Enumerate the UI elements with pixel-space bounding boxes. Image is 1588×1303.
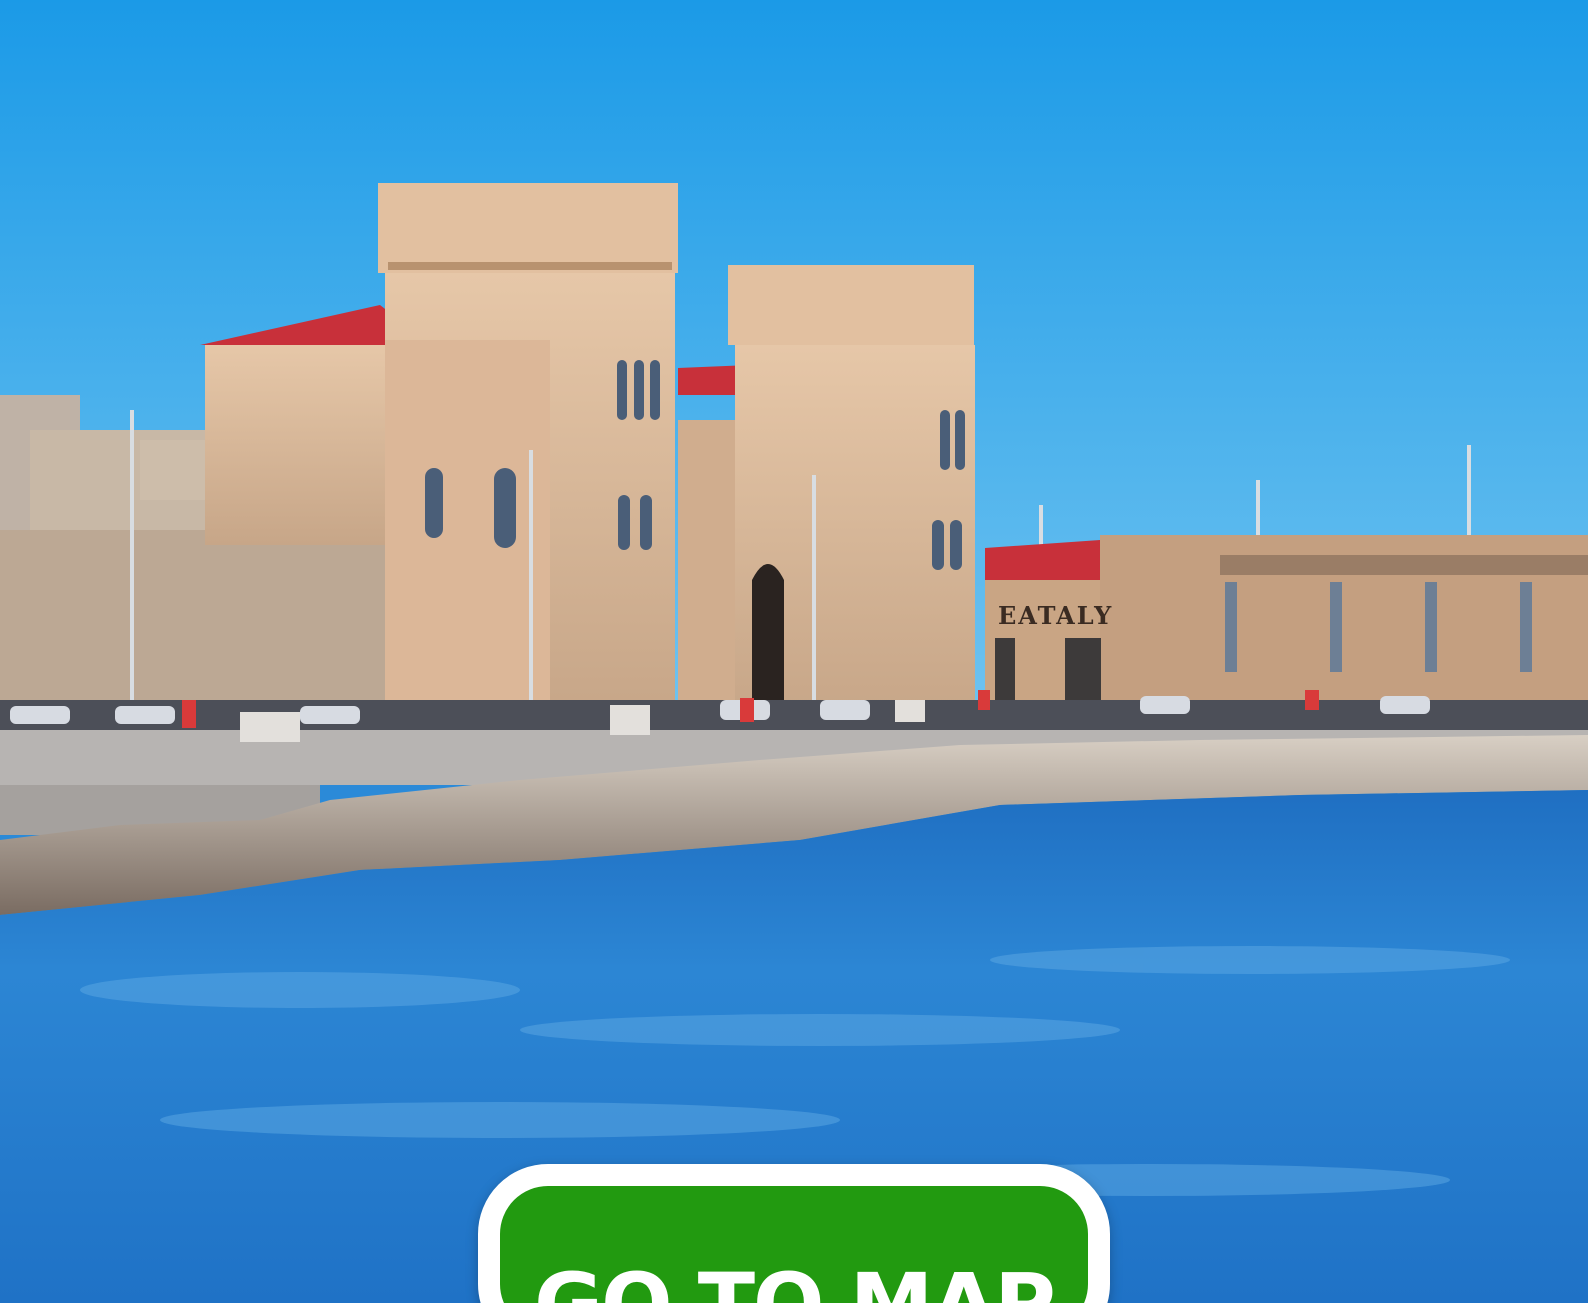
go-to-map-button[interactable]: GO TO MAP: [478, 1164, 1110, 1303]
go-to-map-label: GO TO MAP: [500, 1262, 1088, 1303]
app-screen: EATALY: [0, 0, 1588, 1303]
waterfront-photo: EATALY: [0, 0, 1588, 1303]
storefront-sign: EATALY: [998, 601, 1113, 630]
